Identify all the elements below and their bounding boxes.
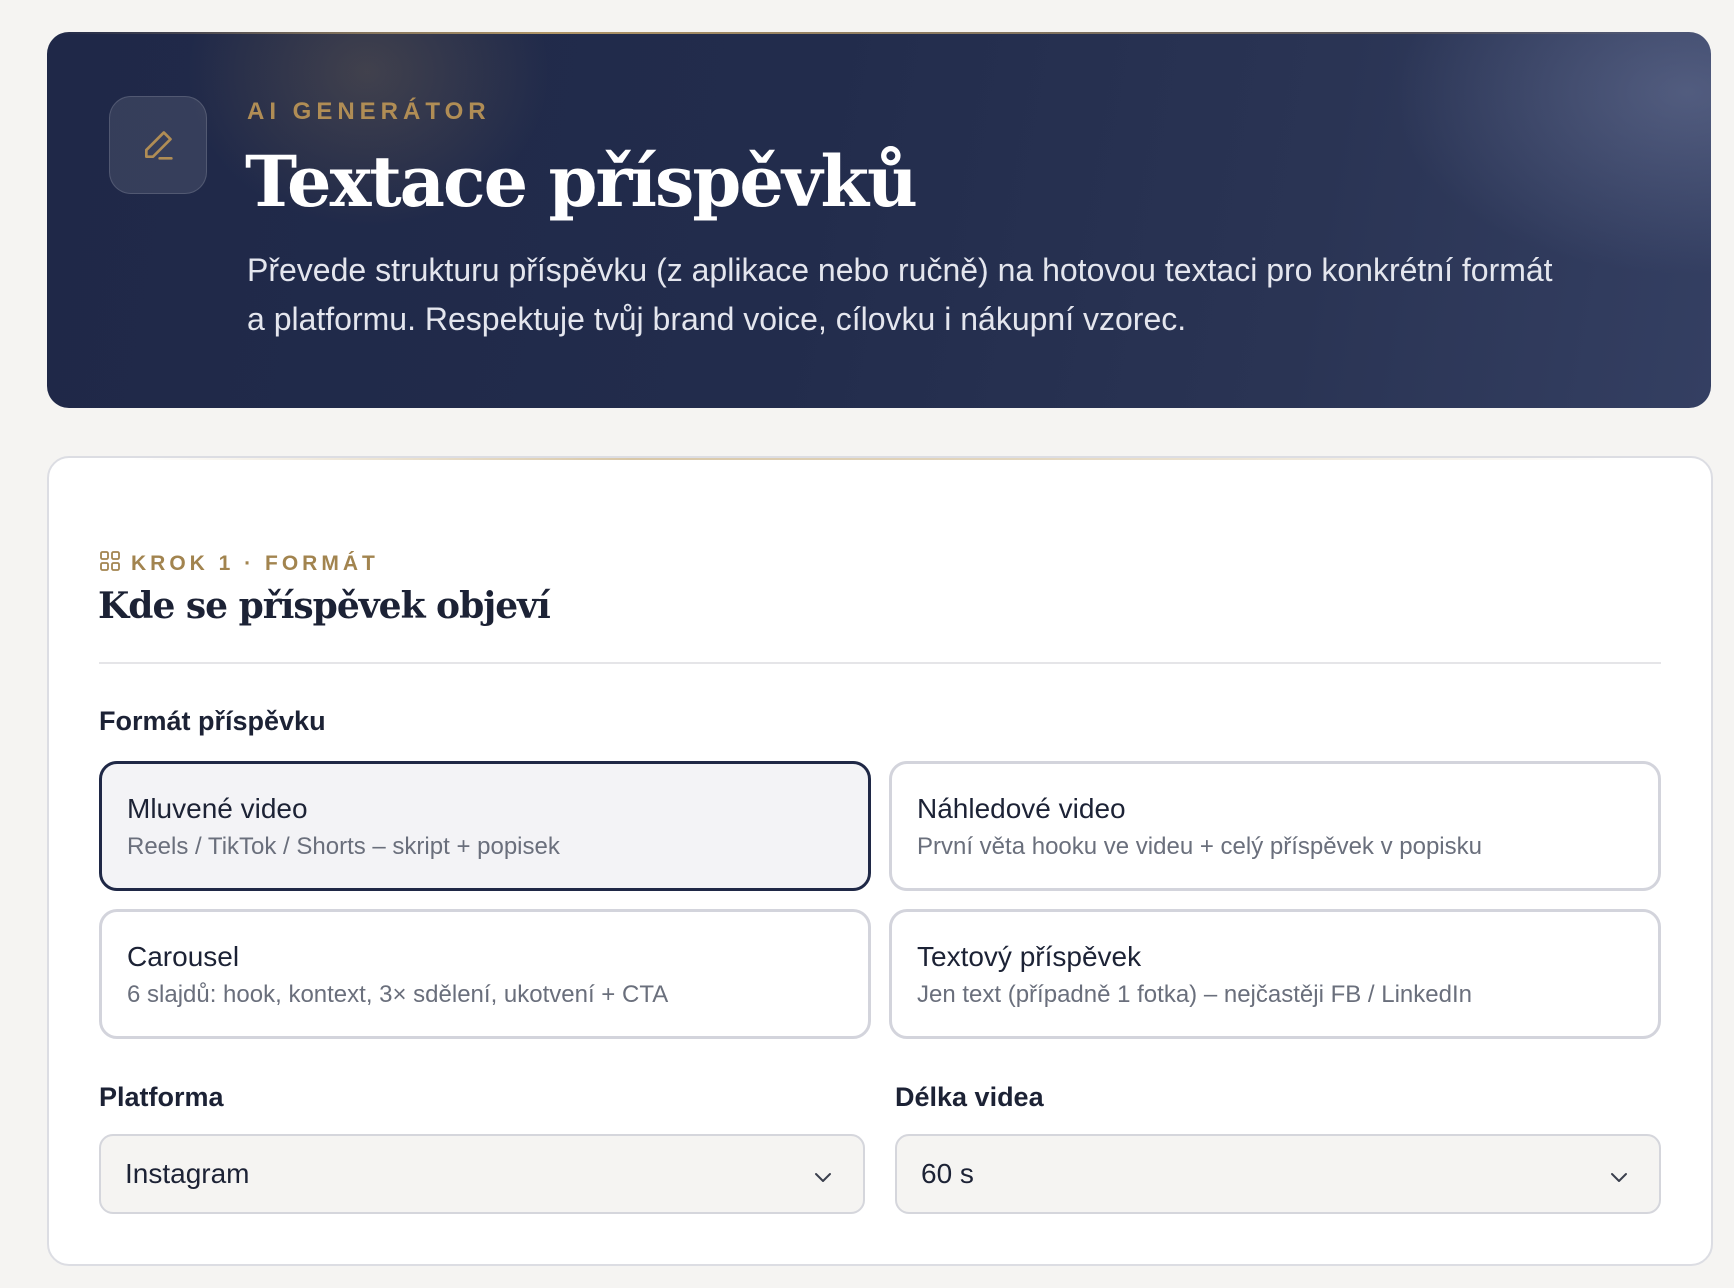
hero-banner: AI GENERÁTOR Textace příspěvků Převede s…: [47, 32, 1711, 408]
option-subtitle: První věta hooku ve videu + celý příspěv…: [917, 833, 1482, 860]
step-indicator: KROK 1 · FORMÁT: [99, 550, 379, 577]
video-length-select[interactable]: 60 s: [895, 1134, 1661, 1214]
pencil-icon: [109, 96, 207, 194]
option-subtitle: 6 slajdů: hook, kontext, 3× sdělení, uko…: [127, 981, 669, 1008]
format-option-preview-video[interactable]: Náhledové video První věta hooku ve vide…: [889, 761, 1661, 891]
chevron-down-icon: [811, 1164, 835, 1196]
option-subtitle: Reels / TikTok / Shorts – skript + popis…: [127, 833, 560, 860]
grid-icon: [99, 550, 121, 577]
format-option-spoken-video[interactable]: Mluvené video Reels / TikTok / Shorts – …: [99, 761, 871, 891]
option-title: Textový příspěvek: [917, 941, 1142, 972]
format-label: Formát příspěvku: [99, 706, 326, 736]
video-length-label: Délka videa: [895, 1082, 1044, 1112]
option-title: Mluvené video: [127, 793, 308, 824]
step-label: KROK 1 · FORMÁT: [131, 551, 379, 575]
video-length-value: 60 s: [921, 1158, 974, 1189]
chevron-down-icon: [1607, 1164, 1631, 1196]
platform-value: Instagram: [125, 1158, 250, 1189]
platform-label: Platforma: [99, 1082, 224, 1112]
divider: [99, 662, 1661, 664]
option-title: Carousel: [127, 941, 240, 972]
format-option-text-post[interactable]: Textový příspěvek Jen text (případně 1 f…: [889, 909, 1661, 1039]
option-title: Náhledové video: [917, 793, 1126, 824]
hero-eyebrow: AI GENERÁTOR: [247, 98, 491, 125]
platform-select[interactable]: Instagram: [99, 1134, 865, 1214]
format-option-carousel[interactable]: Carousel 6 slajdů: hook, kontext, 3× sdě…: [99, 909, 871, 1039]
section-title: Kde se příspěvek objeví: [98, 585, 551, 627]
format-step-card: KROK 1 · FORMÁT Kde se příspěvek objeví …: [47, 456, 1713, 1266]
page-description: Převede strukturu příspěvku (z aplikace …: [247, 252, 1553, 337]
page-title: Textace příspěvků: [245, 140, 918, 223]
option-subtitle: Jen text (případně 1 fotka) – nejčastěji…: [917, 981, 1472, 1008]
